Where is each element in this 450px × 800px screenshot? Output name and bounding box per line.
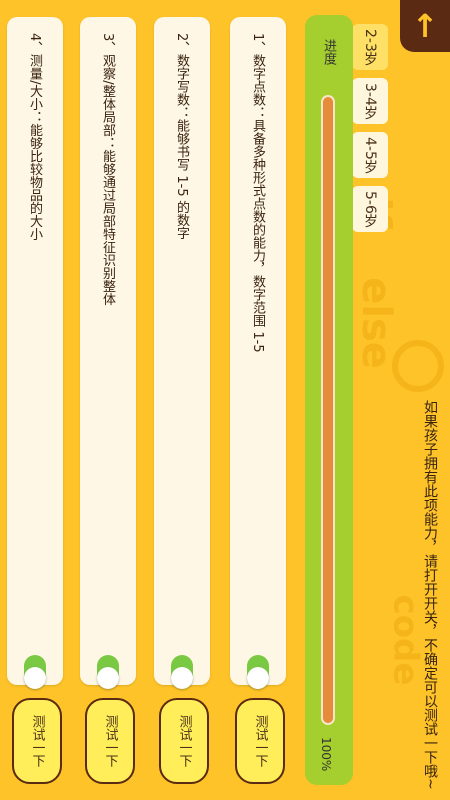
skill-toggle[interactable]	[247, 655, 269, 689]
toggle-knob	[24, 667, 46, 689]
tab-age-3-4[interactable]: 3-4岁	[352, 78, 388, 124]
progress-fill	[323, 97, 333, 723]
test-button[interactable]: 测试一下	[159, 698, 209, 784]
toggle-knob	[97, 667, 119, 689]
skill-card: 2、数字写数：能够书写 1-5 的数字	[154, 17, 210, 689]
progress-label: 进度	[321, 39, 336, 65]
skill-text: 1、数字点数：具备多种形式点数的能力，数字范围 1-5	[250, 33, 265, 353]
back-button[interactable]: ↑	[400, 0, 450, 52]
background-decoration: else	[352, 277, 399, 369]
progress-track	[321, 95, 335, 725]
test-button[interactable]: 测试一下	[235, 698, 285, 784]
skill-text: 4、测量/大小：能够比较物品的大小	[27, 33, 42, 241]
test-button-label: 测试一下	[252, 715, 268, 767]
skill-card: 3、观察/整体局部：能够通过局部特征识别整体	[80, 17, 136, 689]
background-decoration	[392, 340, 444, 392]
test-button-label: 测试一下	[29, 715, 45, 767]
skill-card: 1、数字点数：具备多种形式点数的能力，数字范围 1-5	[230, 17, 286, 689]
tab-age-2-3[interactable]: 2-3岁	[352, 24, 388, 70]
toggle-knob	[171, 667, 193, 689]
skill-toggle[interactable]	[171, 655, 193, 689]
toggle-knob	[247, 667, 269, 689]
progress-percent: 100%	[319, 737, 333, 772]
instruction-text: 如果孩子拥有此项能力，请打开开关，不确定可以测试一下哦~	[422, 400, 438, 790]
test-button[interactable]: 测试一下	[85, 698, 135, 784]
skill-toggle[interactable]	[24, 655, 46, 689]
skill-text: 2、数字写数：能够书写 1-5 的数字	[174, 33, 189, 240]
test-button-label: 测试一下	[176, 715, 192, 767]
skill-card: 4、测量/大小：能够比较物品的大小	[7, 17, 63, 689]
test-button-label: 测试一下	[102, 715, 118, 767]
skill-toggle[interactable]	[97, 655, 119, 689]
test-button[interactable]: 测试一下	[12, 698, 62, 784]
tab-age-4-5[interactable]: 4-5岁	[352, 132, 388, 178]
skill-text: 3、观察/整体局部：能够通过局部特征识别整体	[100, 33, 115, 306]
progress-panel: 进度 100%	[305, 15, 353, 785]
arrow-up-icon: ↑	[411, 7, 439, 45]
tab-age-5-6[interactable]: 5-6岁	[352, 186, 388, 232]
